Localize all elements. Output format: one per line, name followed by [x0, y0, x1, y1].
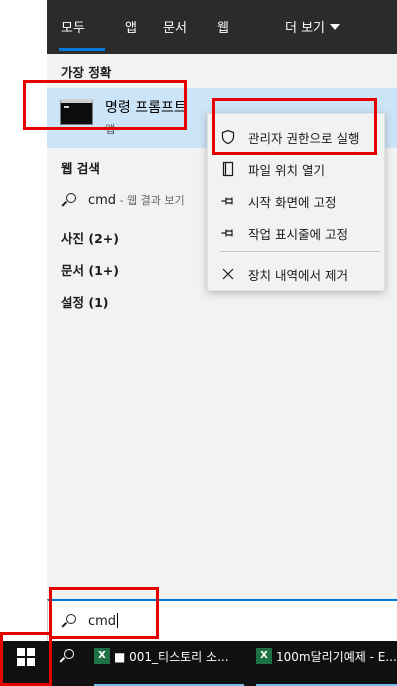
taskbar-app-excel-1[interactable]: X ■ 001_티스토리 소...: [94, 641, 244, 686]
pin-to-taskbar-item[interactable]: 작업 표시줄에 고정: [208, 217, 386, 247]
open-file-location-label: 파일 위치 열기: [248, 163, 325, 178]
taskbar-app-label: ■ 001_티스토리 소...: [114, 650, 229, 664]
taskbar-app-excel-2[interactable]: X 100m달리기예제 - E...: [256, 641, 397, 686]
pin-to-start-label: 시작 화면에 고정: [248, 195, 337, 210]
tab-all[interactable]: 모두: [61, 17, 85, 36]
file-location-icon: [220, 161, 236, 177]
web-search-suffix: - 웹 결과 보기: [116, 194, 185, 207]
pin-icon: [220, 225, 236, 241]
menu-divider: [220, 251, 380, 252]
remove-from-history-label: 장치 내역에서 제거: [248, 268, 348, 283]
excel-icon: X: [94, 648, 110, 664]
best-match-heading: 가장 정확: [61, 65, 112, 80]
category-photos[interactable]: 사진 (2+): [61, 228, 119, 247]
pin-to-start-item[interactable]: 시작 화면에 고정: [208, 185, 386, 215]
tab-apps[interactable]: 앱: [125, 17, 137, 36]
taskbar: X ■ 001_티스토리 소... X 100m달리기예제 - E...: [0, 641, 397, 686]
highlight-search-box: [49, 587, 159, 639]
tab-more[interactable]: 더 보기: [285, 17, 341, 36]
category-settings[interactable]: 설정 (1): [61, 292, 108, 311]
close-icon: [220, 266, 236, 282]
pin-to-taskbar-label: 작업 표시줄에 고정: [248, 227, 348, 242]
highlight-run-as-admin: [212, 98, 377, 155]
excel-icon: X: [256, 648, 272, 664]
active-tab-indicator: [59, 48, 105, 51]
search-icon: [61, 193, 76, 207]
category-documents[interactable]: 문서 (1+): [61, 260, 119, 279]
web-search-result[interactable]: cmd - 웹 결과 보기: [47, 186, 207, 214]
pin-icon: [220, 193, 236, 209]
search-icon: [59, 649, 74, 663]
remove-from-history-item[interactable]: 장치 내역에서 제거: [208, 258, 386, 288]
open-file-location-item[interactable]: 파일 위치 열기: [208, 153, 386, 183]
tab-more-label: 더 보기: [285, 21, 326, 36]
web-search-query: cmd: [88, 193, 117, 208]
highlight-best-match: [23, 80, 187, 130]
tab-documents[interactable]: 문서: [163, 17, 187, 36]
chevron-down-icon: [330, 24, 341, 30]
taskbar-search-button[interactable]: [52, 641, 86, 686]
web-search-heading: 웹 검색: [61, 161, 100, 176]
tab-web[interactable]: 웹: [217, 17, 229, 36]
filter-tabs: 모두 앱 문서 웹 더 보기: [47, 0, 397, 54]
highlight-start-button: [0, 632, 52, 686]
taskbar-app-label: 100m달리기예제 - E...: [276, 650, 397, 664]
